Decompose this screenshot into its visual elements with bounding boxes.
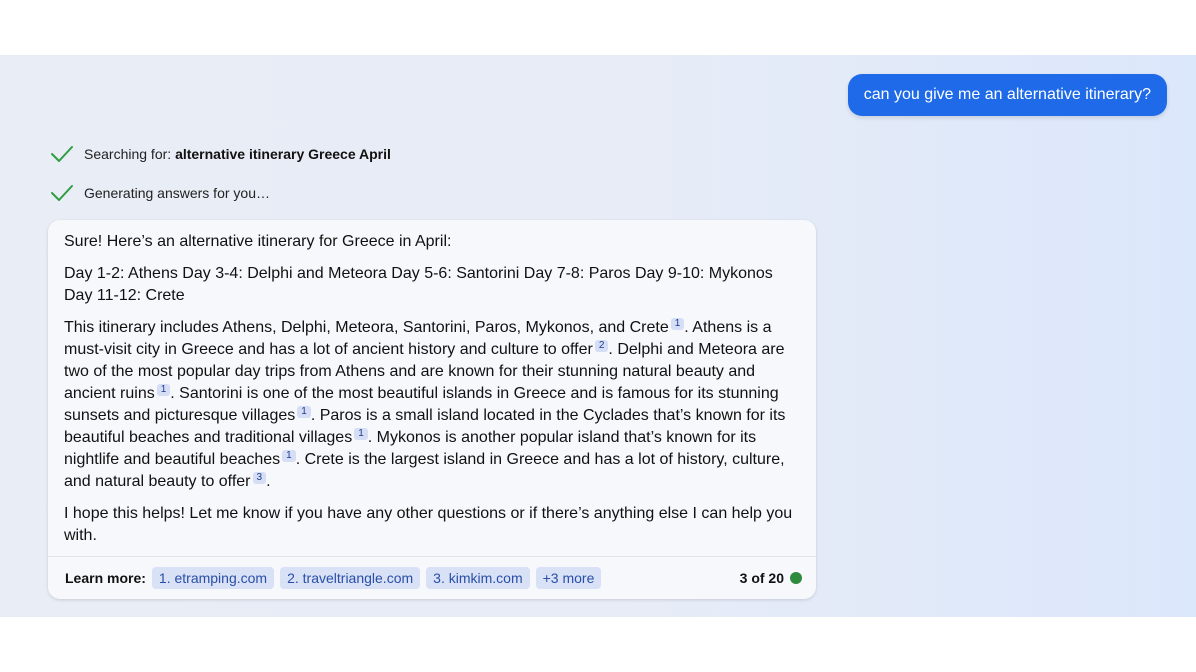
- response-counter: 3 of 20: [740, 570, 802, 586]
- generate-status-row: Generating answers for you…: [50, 181, 270, 205]
- more-sources-button[interactable]: +3 more: [535, 567, 602, 589]
- answer-body: Sure! Here’s an alternative itinerary fo…: [48, 220, 816, 547]
- citation-badge[interactable]: 1: [354, 428, 368, 440]
- answer-closing: I hope this helps! Let me know if you ha…: [64, 505, 793, 544]
- user-message-bubble: can you give me an alternative itinerary…: [847, 74, 1167, 116]
- citation-badge[interactable]: 1: [282, 450, 296, 462]
- learn-more-label: Learn more:: [65, 570, 146, 586]
- search-query: alternative itinerary Greece April: [175, 146, 391, 162]
- checkmark-icon: [51, 146, 73, 162]
- answer-intro: Sure! Here’s an alternative itinerary fo…: [64, 233, 452, 250]
- generate-status-text: Generating answers for you…: [84, 185, 270, 201]
- citation-badge[interactable]: 3: [252, 472, 267, 484]
- citation-badge[interactable]: 1: [297, 406, 311, 418]
- source-link-1[interactable]: 1. etramping.com: [151, 567, 275, 589]
- checkmark-icon: [51, 185, 73, 201]
- citation-badge[interactable]: 1: [156, 384, 171, 396]
- search-status-row: Searching for: alternative itinerary Gre…: [50, 142, 391, 166]
- chat-area: can you give me an alternative itinerary…: [0, 55, 1196, 617]
- answer-card: Sure! Here’s an alternative itinerary fo…: [48, 220, 816, 599]
- answer-itinerary: Day 1-2: Athens Day 3-4: Delphi and Mete…: [64, 265, 773, 304]
- search-status-text: Searching for: alternative itinerary Gre…: [84, 146, 391, 162]
- response-counter-text: 3 of 20: [739, 570, 784, 586]
- source-link-3[interactable]: 3. kimkim.com: [426, 567, 530, 589]
- answer-details: This itinerary includes Athens, Delphi, …: [64, 318, 786, 490]
- citation-badge[interactable]: 1: [670, 318, 685, 330]
- source-link-2[interactable]: 2. traveltriangle.com: [280, 567, 421, 589]
- citation-badge[interactable]: 2: [594, 340, 609, 352]
- status-dot-icon: [790, 572, 802, 584]
- learn-more-bar: Learn more: 1. etramping.com 2. traveltr…: [48, 556, 816, 599]
